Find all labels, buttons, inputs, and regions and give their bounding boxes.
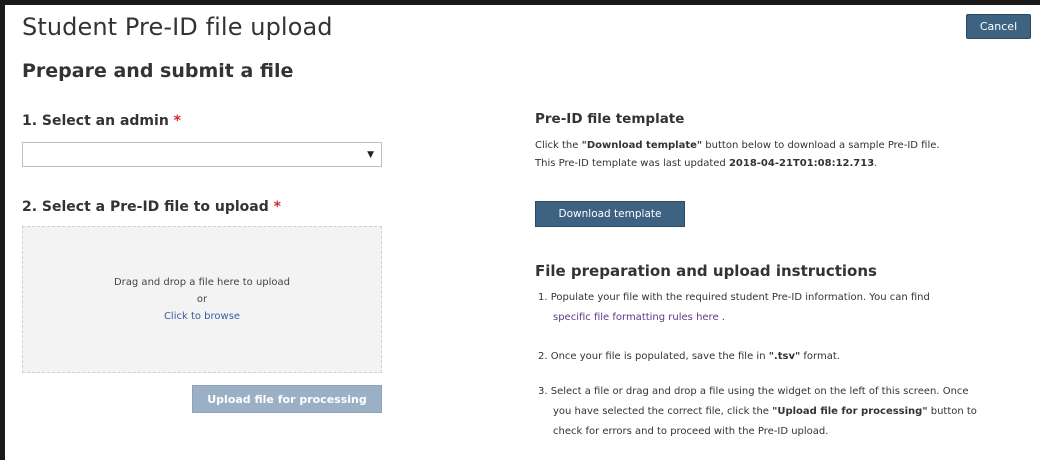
required-mark: *: [273, 199, 281, 215]
dropzone-instruction: Drag and drop a file here to upload: [113, 277, 291, 288]
instruction-item-3: 3. Select a file or drag and drop a file…: [538, 386, 977, 437]
required-mark: *: [173, 113, 181, 129]
cancel-button[interactable]: Cancel: [966, 14, 1031, 39]
window-frame-top: [0, 0, 1040, 5]
template-heading: Pre-ID file template: [535, 111, 685, 127]
select-admin-label: 1. Select an admin *: [22, 113, 181, 129]
template-description: Click the "Download template" button bel…: [535, 140, 940, 169]
browse-link[interactable]: Click to browse: [164, 308, 240, 325]
window-frame-left: [0, 0, 5, 460]
chevron-down-icon: ▼: [367, 149, 374, 160]
template-updated-date: 2018-04-21T01:08:12.713: [728, 158, 875, 169]
select-file-label: 2. Select a Pre-ID file to upload *: [22, 199, 281, 215]
admin-select[interactable]: ▼: [22, 142, 382, 167]
instruction-item-1: 1. Populate your file with the required …: [538, 292, 930, 323]
dropzone-or: or: [196, 294, 208, 305]
instructions-heading: File preparation and upload instructions: [535, 262, 877, 280]
file-dropzone[interactable]: Drag and drop a file here to upload or C…: [22, 226, 382, 373]
page-title: Student Pre-ID file upload: [22, 13, 333, 41]
instruction-item-2: 2. Once your file is populated, save the…: [538, 351, 840, 362]
upload-file-button[interactable]: Upload file for processing: [192, 385, 382, 413]
page-subtitle: Prepare and submit a file: [22, 60, 294, 82]
download-template-button[interactable]: Download template: [535, 201, 685, 227]
formatting-rules-link[interactable]: specific file formatting rules here: [553, 312, 719, 323]
